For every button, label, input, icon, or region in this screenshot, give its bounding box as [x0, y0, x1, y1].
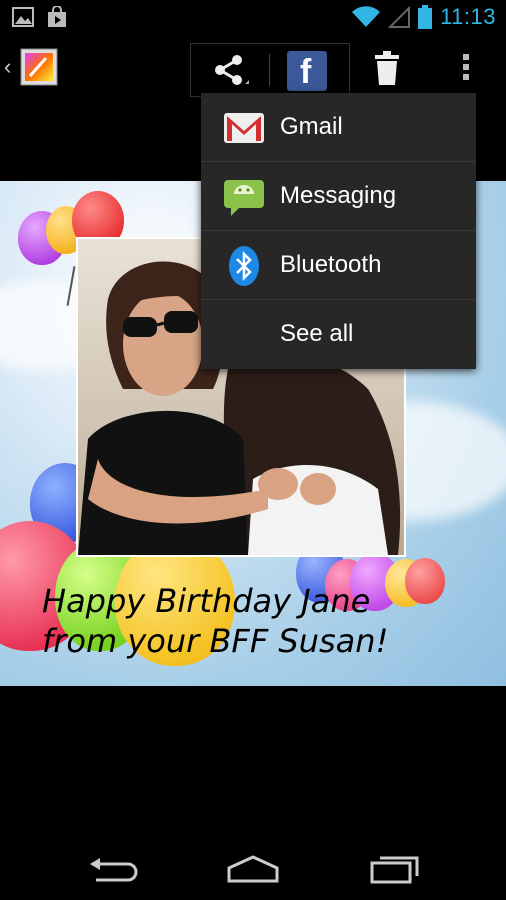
card-caption: Happy Birthday Jane from your BFF Susan! — [42, 581, 388, 661]
share-menu-item-label: Bluetooth — [280, 251, 382, 278]
share-button[interactable] — [191, 44, 267, 96]
share-menu-item-label: See all — [280, 320, 354, 347]
action-bar: ‹ f — [0, 36, 506, 100]
overflow-dot-icon — [463, 74, 469, 80]
share-menu-item-messaging[interactable]: Messaging — [201, 162, 476, 231]
facebook-icon: f — [300, 53, 312, 91]
home-icon[interactable] — [226, 854, 280, 884]
clock: 11:13 — [440, 4, 496, 29]
share-menu: Gmail Messaging Bluetooth See all — [201, 93, 476, 369]
share-menu-item-label: Messaging — [280, 182, 397, 209]
overflow-dot-icon — [463, 54, 469, 60]
up-caret-icon[interactable]: ‹ — [4, 54, 11, 80]
gmail-icon — [224, 113, 264, 143]
caption-line-2: from your BFF Susan! — [42, 622, 389, 660]
share-divider — [269, 54, 270, 86]
gallery-notification-icon — [12, 7, 34, 27]
caption-line-1: Happy Birthday Jane — [42, 582, 371, 620]
facebook-share-button[interactable]: f — [287, 51, 327, 91]
delete-button[interactable] — [370, 50, 404, 91]
recent-apps-icon[interactable] — [370, 854, 420, 884]
cell-signal-icon — [388, 6, 411, 28]
wifi-icon — [352, 6, 381, 28]
status-bar: 11:13 — [0, 0, 506, 36]
share-menu-item-gmail[interactable]: Gmail — [201, 93, 476, 162]
back-icon[interactable] — [88, 856, 138, 884]
share-action-group: f — [190, 43, 350, 97]
navigation-bar — [0, 820, 506, 900]
battery-icon — [418, 5, 433, 29]
share-menu-item-bluetooth[interactable]: Bluetooth — [201, 231, 476, 300]
trash-icon — [375, 51, 399, 85]
overflow-menu-button[interactable] — [456, 50, 476, 86]
play-store-notification-icon — [48, 6, 66, 27]
share-icon — [215, 55, 249, 85]
share-menu-item-see-all[interactable]: See all — [201, 300, 476, 368]
gallery-app-icon[interactable] — [20, 48, 58, 86]
bluetooth-icon — [229, 246, 259, 286]
balloon — [405, 558, 445, 604]
messaging-icon — [224, 180, 264, 216]
overflow-dot-icon — [463, 64, 469, 70]
share-menu-item-label: Gmail — [280, 113, 343, 140]
